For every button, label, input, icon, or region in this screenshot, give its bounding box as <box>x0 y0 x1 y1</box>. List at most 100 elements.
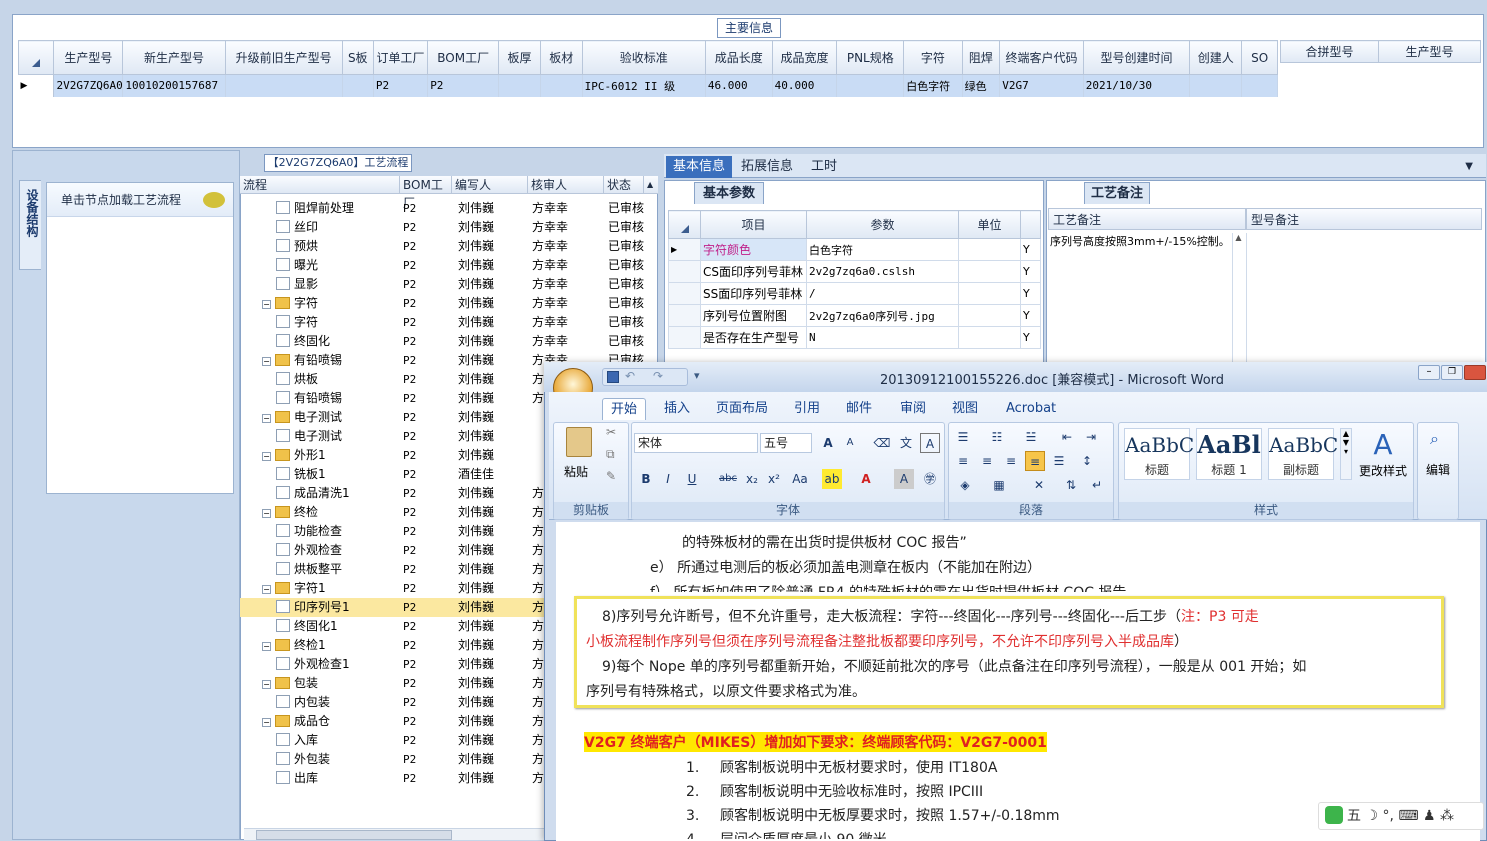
tree-node[interactable]: 丝印 <box>276 218 318 237</box>
quick-access-toolbar[interactable]: ↶ ↷ <box>602 368 688 386</box>
tree-node[interactable]: − 字符1 <box>262 579 326 598</box>
style-subtitle[interactable]: AaBbC 副标题 <box>1268 428 1338 480</box>
grid-cell[interactable] <box>1189 74 1243 97</box>
tree-row[interactable]: 字符 P2 刘伟巍 方幸幸 已审核 <box>240 313 658 332</box>
find-icon[interactable]: ⌕ <box>1430 429 1439 449</box>
strikethrough-icon[interactable]: abc <box>718 469 738 489</box>
col-process[interactable]: 流程 <box>240 176 400 194</box>
clear-format-icon[interactable]: ⌫ <box>872 433 892 453</box>
param-row[interactable]: ▶ 字符颜色 白色字符 Y <box>668 238 1041 261</box>
scroll-up-icon[interactable]: ▲ <box>644 176 658 194</box>
param-unit[interactable] <box>958 326 1021 349</box>
highlight-icon[interactable]: ab <box>822 469 842 489</box>
enclose-char-icon[interactable]: ㊫ <box>920 469 940 489</box>
col-status[interactable]: 状态 <box>604 176 644 194</box>
col-header[interactable]: 阻焊 <box>961 40 1001 75</box>
collapse-icon[interactable]: − <box>262 642 271 651</box>
param-value[interactable]: / <box>806 282 959 305</box>
col-header[interactable]: 板厚 <box>498 40 541 75</box>
tree-node[interactable]: 显影 <box>276 275 318 294</box>
tree-node[interactable]: 终固化1 <box>276 617 338 636</box>
grid-cell[interactable] <box>1241 74 1278 97</box>
tab-work-hours[interactable]: 工时 <box>804 156 844 178</box>
ime-logo-icon[interactable] <box>1325 806 1343 824</box>
grid-cell[interactable] <box>540 74 583 97</box>
scrollbar-thumb[interactable] <box>256 830 452 840</box>
align-left-icon[interactable]: ≡ <box>953 451 973 471</box>
col-param[interactable]: 参数 <box>806 210 959 239</box>
col-header[interactable]: 验收标准 <box>581 40 706 75</box>
col-header[interactable]: 字符 <box>903 40 963 75</box>
char-shading-icon[interactable]: A <box>894 469 914 489</box>
grid-cell[interactable]: 绿色 <box>962 74 1001 97</box>
grid-cell[interactable] <box>342 74 374 97</box>
show-marks-icon[interactable]: ↵ <box>1087 475 1107 495</box>
tree-row[interactable]: 显影 P2 刘伟巍 方幸幸 已审核 <box>240 275 658 294</box>
tree-row[interactable]: 丝印 P2 刘伟巍 方幸幸 已审核 <box>240 218 658 237</box>
grid-cell[interactable]: 2021/10/30 <box>1083 74 1191 97</box>
param-row[interactable]: SS面印序列号菲林 / Y <box>668 282 1041 305</box>
grid-cell[interactable]: 2V2G7ZQ6A0 <box>53 74 124 97</box>
grid-cell[interactable]: 46.000 <box>705 74 773 97</box>
param-value[interactable]: 2v2g7zq6a0.cslsh <box>806 260 959 283</box>
collapse-icon[interactable]: − <box>262 585 271 594</box>
styles-scroll-icon[interactable]: ▲ ▼ ▾ <box>1340 428 1352 480</box>
sort-icon[interactable]: ⇅ <box>1061 475 1081 495</box>
col-header[interactable]: 升级前旧生产型号 <box>224 40 343 75</box>
multilevel-list-icon[interactable]: ☱ <box>1021 427 1041 447</box>
asian-layout-icon[interactable]: ✕ <box>1029 475 1049 495</box>
font-color-icon[interactable]: A <box>856 469 876 489</box>
tree-node[interactable]: 印序列号1 <box>276 598 350 617</box>
col-unit[interactable]: 单位 <box>958 210 1021 239</box>
tab-acrobat[interactable]: Acrobat <box>998 398 1064 420</box>
param-corner-cell[interactable] <box>668 210 701 239</box>
load-hint-row[interactable]: 单击节点加载工艺流程 <box>47 183 233 217</box>
table-row[interactable]: ▶ 2V2G7ZQ6A0 10010200157687 P2 P2 IPC-6012 I… <box>18 74 1278 97</box>
model-remark-field[interactable] <box>1246 233 1480 383</box>
tree-node[interactable]: 字符 <box>276 313 318 332</box>
equipment-structure-tab[interactable]: 设备结构 <box>19 180 41 270</box>
collapse-icon[interactable]: − <box>262 680 271 689</box>
col-header[interactable]: 成品长度 <box>704 40 773 75</box>
ime-toolbar[interactable]: 五 ☽ °, ⌨ ♟ ⁂ <box>1318 802 1484 830</box>
numbering-icon[interactable]: ☷ <box>987 427 1007 447</box>
qat-dropdown-icon[interactable]: ▾ <box>694 369 700 382</box>
col-model-remark[interactable]: 型号备注 <box>1246 208 1482 230</box>
collapse-icon[interactable]: − <box>262 357 271 366</box>
tree-node[interactable]: 出库 <box>276 769 318 788</box>
grid-cell[interactable]: 10010200157687 <box>122 74 226 97</box>
col-header[interactable]: 成品宽度 <box>771 40 838 75</box>
col-header[interactable]: 终端客户代码 <box>999 40 1084 75</box>
param-value[interactable]: 白色字符 <box>806 238 959 261</box>
subscript-icon[interactable]: x₂ <box>742 469 762 489</box>
underline-icon[interactable]: U <box>682 469 702 489</box>
tree-node[interactable]: 烘板 <box>276 370 318 389</box>
col-bom-factory[interactable]: BOM工厂 <box>400 176 452 210</box>
col-writer[interactable]: 编写人 <box>452 176 528 194</box>
font-name-select[interactable]: 宋体 <box>634 433 758 453</box>
tree-node[interactable]: − 成品仓 <box>262 712 330 731</box>
distributed-icon[interactable]: ☰ <box>1049 451 1069 471</box>
minimize-icon[interactable]: – <box>1418 365 1440 380</box>
param-row[interactable]: 是否存在生产型号 N Y <box>668 326 1041 349</box>
param-unit[interactable] <box>958 282 1021 305</box>
tree-node[interactable]: 预烘 <box>276 237 318 256</box>
col-header[interactable]: 订单工厂 <box>372 40 429 75</box>
collapse-icon[interactable]: − <box>262 414 271 423</box>
col-process-remark[interactable]: 工艺备注 <box>1048 208 1246 230</box>
tab-basic-info[interactable]: 基本信息 <box>666 156 733 178</box>
grid-cell[interactable]: P2 <box>373 74 429 97</box>
borders-icon[interactable]: ▦ <box>989 475 1009 495</box>
restore-icon[interactable]: ❐ <box>1441 365 1463 380</box>
tree-row[interactable]: 终固化 P2 刘伟巍 方幸幸 已审核 <box>240 332 658 351</box>
tree-node[interactable]: 功能检查 <box>276 522 342 541</box>
tree-node[interactable]: 曝光 <box>276 256 318 275</box>
tree-node[interactable]: − 包装 <box>262 674 318 693</box>
tab-page-layout[interactable]: 页面布局 <box>708 398 776 420</box>
paste-icon[interactable] <box>566 427 592 457</box>
collapse-icon[interactable]: − <box>262 718 271 727</box>
process-remark-text[interactable]: 序列号高度按照3mm+/-15%控制。 <box>1050 233 1230 249</box>
corner-cell[interactable] <box>17 40 55 75</box>
font-size-select[interactable]: 五号 <box>760 433 812 453</box>
grid-cell[interactable] <box>225 74 343 97</box>
